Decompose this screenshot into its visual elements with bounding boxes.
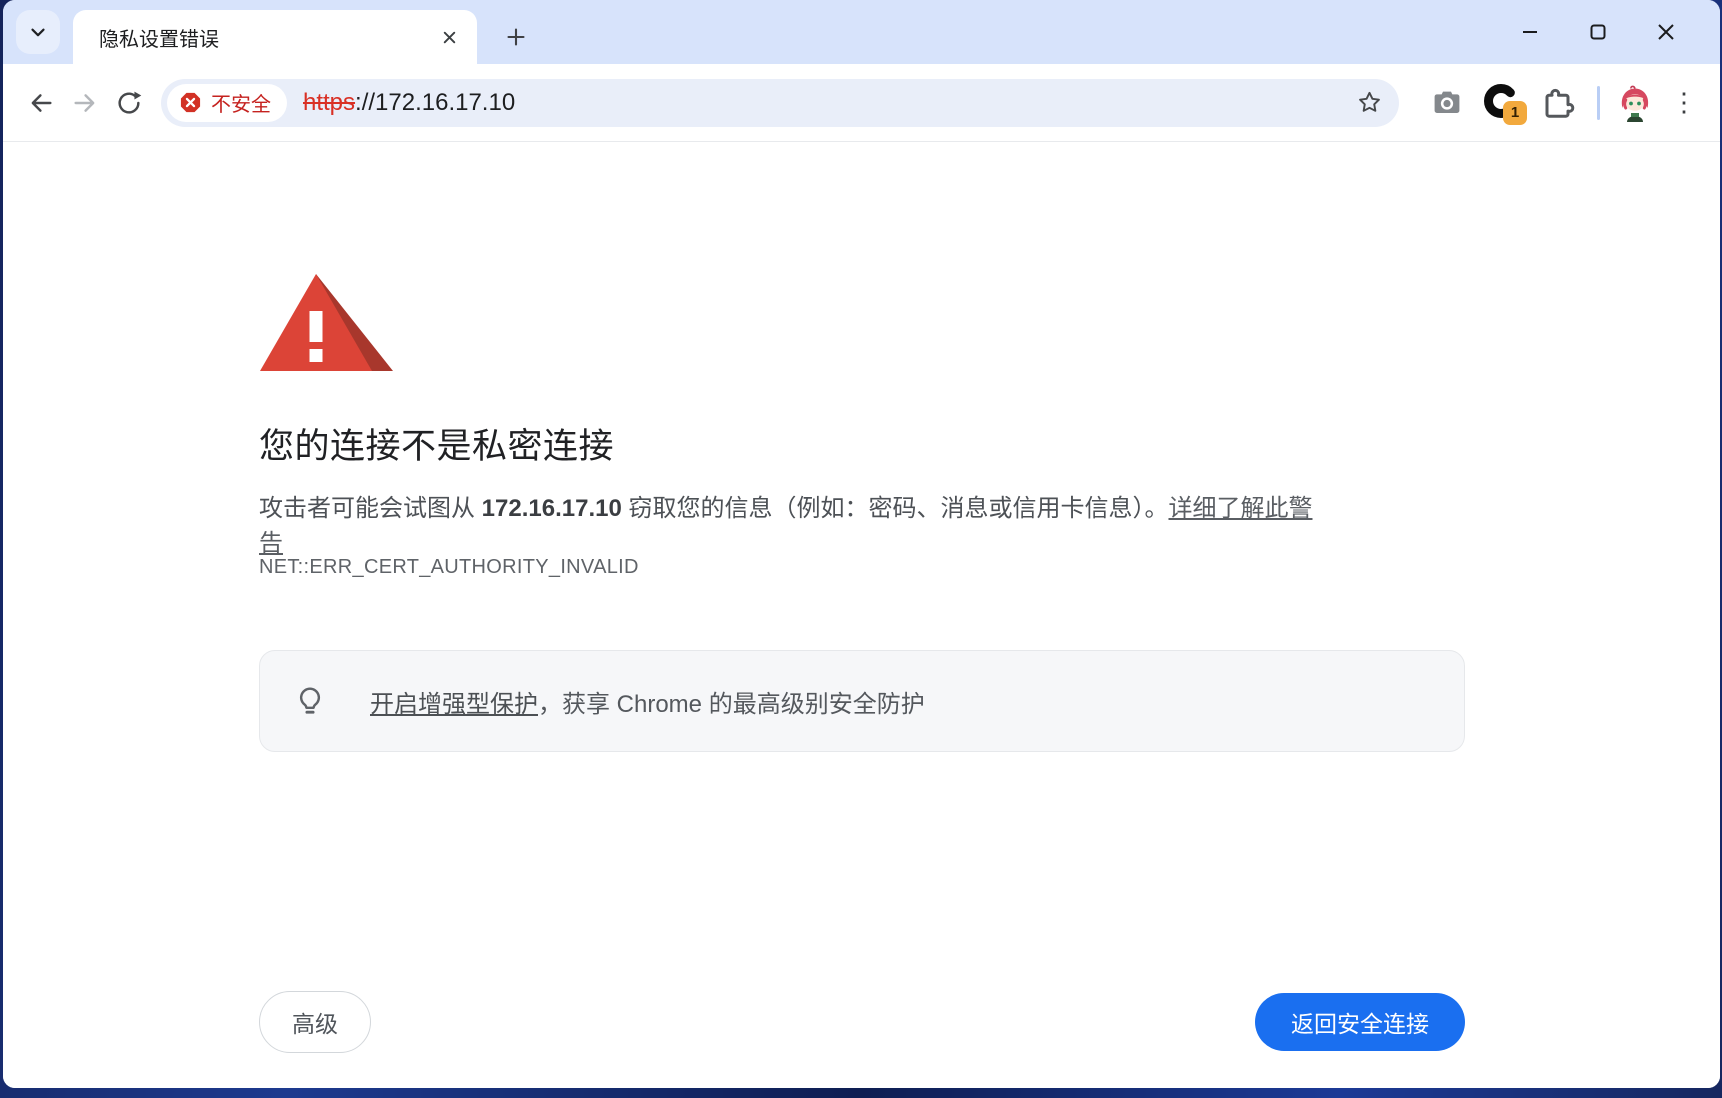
not-secure-icon	[179, 91, 202, 114]
advanced-button[interactable]: 高级	[259, 991, 371, 1053]
star-icon	[1356, 89, 1383, 116]
toolbar-separator	[1597, 86, 1600, 120]
error-code: NET::ERR_CERT_AUTHORITY_INVALID	[259, 556, 639, 579]
chevron-down-icon	[27, 21, 49, 43]
enhanced-protection-banner: 开启增强型保护，获享 Chrome 的最高级别安全防护	[259, 650, 1465, 752]
back-arrow-icon	[27, 89, 55, 117]
active-tab[interactable]: 隐私设置错误	[73, 10, 477, 64]
close-icon	[1654, 20, 1678, 44]
error-page: 您的连接不是私密连接 攻击者可能会试图从 172.16.17.10 窃取您的信息…	[3, 142, 1720, 1088]
back-button[interactable]	[19, 81, 63, 125]
security-chip-label: 不安全	[211, 88, 271, 117]
lightbulb-icon	[294, 685, 326, 717]
new-tab-button[interactable]	[495, 16, 537, 58]
enhanced-protection-rest: ，获享 Chrome 的最高级别安全防护	[538, 691, 925, 718]
page-title: 您的连接不是私密连接	[259, 418, 614, 469]
warning-triangle-icon	[258, 268, 395, 375]
reload-button[interactable]	[107, 81, 151, 125]
close-button[interactable]	[1632, 5, 1700, 59]
tab-search-button[interactable]	[16, 10, 60, 54]
screenshot-camera-button[interactable]	[1425, 81, 1469, 125]
tab-strip: 隐私设置错误	[3, 0, 1720, 64]
toolbar-right-icons: 1 ⋮	[1425, 81, 1702, 125]
error-description: 攻击者可能会试图从 172.16.17.10 窃取您的信息（例如：密码、消息或信…	[259, 492, 1319, 562]
minimize-button[interactable]	[1496, 5, 1564, 59]
profile-avatar[interactable]	[1616, 84, 1654, 122]
bookmark-star-button[interactable]	[1349, 83, 1389, 123]
toolbar: 不安全 https://172.16.17.10 1	[3, 64, 1720, 142]
puzzle-icon	[1541, 85, 1577, 121]
maximize-icon	[1587, 21, 1609, 43]
extension-badge: 1	[1503, 101, 1527, 125]
maximize-button[interactable]	[1564, 5, 1632, 59]
security-chip[interactable]: 不安全	[167, 84, 287, 122]
adblock-extension-button[interactable]: 1	[1481, 81, 1525, 125]
avatar-image	[1616, 84, 1654, 122]
enhanced-protection-link[interactable]: 开启增强型保护	[370, 691, 538, 718]
forward-button[interactable]	[63, 81, 107, 125]
description-prefix: 攻击者可能会试图从	[259, 495, 482, 522]
plus-icon	[504, 25, 528, 49]
url-rest: ://172.16.17.10	[355, 89, 515, 116]
back-to-safety-button[interactable]: 返回安全连接	[1255, 993, 1465, 1051]
browser-menu-button[interactable]: ⋮	[1666, 87, 1702, 118]
attacked-host: 172.16.17.10	[482, 495, 622, 522]
description-suffix: 窃取您的信息（例如：密码、消息或信用卡信息）。	[622, 495, 1169, 522]
action-row: 高级 返回安全连接	[259, 991, 1465, 1053]
address-bar[interactable]: 不安全 https://172.16.17.10	[161, 79, 1399, 127]
tab-title: 隐私设置错误	[99, 23, 435, 52]
forward-arrow-icon	[71, 89, 99, 117]
tab-close-icon[interactable]	[435, 23, 463, 51]
url-text: https://172.16.17.10	[303, 89, 1349, 117]
window-controls	[1496, 0, 1700, 64]
camera-icon	[1431, 87, 1463, 119]
reload-icon	[115, 89, 143, 117]
minimize-icon	[1519, 21, 1541, 43]
enhanced-protection-text: 开启增强型保护，获享 Chrome 的最高级别安全防护	[370, 684, 925, 719]
browser-window: 隐私设置错误	[3, 0, 1720, 1088]
url-scheme: https	[303, 89, 355, 116]
extensions-button[interactable]	[1537, 81, 1581, 125]
